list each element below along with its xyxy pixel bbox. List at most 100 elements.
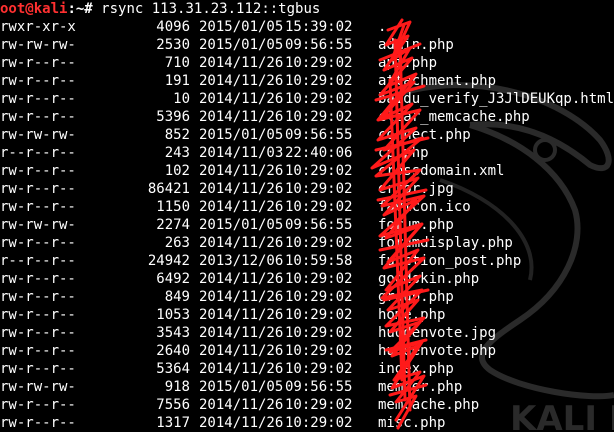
date-cell: 2014/11/26	[199, 109, 284, 125]
size-cell: 6492	[156, 271, 190, 287]
time-cell: 10:29:02	[285, 343, 353, 359]
permissions-cell: rwxr-xr-x	[0, 19, 76, 35]
permissions-cell: rw-r--r--	[0, 235, 76, 251]
prompt-line: oot@kali:~# rsync 113.31.23.112::tgbus	[0, 0, 614, 18]
listing-row: rw-r--r-- 1053 2014/11/26 10:29:02 home.php	[0, 306, 614, 324]
permissions-cell: rw-rw-rw-	[0, 127, 76, 143]
size-cell: 243	[164, 145, 190, 161]
size-cell: 918	[164, 379, 190, 395]
time-cell: 10:29:02	[285, 397, 353, 413]
permissions-cell: rw-r--r--	[0, 199, 76, 215]
size-cell: 7556	[156, 397, 190, 413]
date-cell: 2014/11/26	[199, 199, 284, 215]
time-cell: 09:56:55	[285, 37, 353, 53]
size-cell: 1317	[156, 415, 190, 431]
listing-row: rw-rw-rw- 918 2015/01/05 09:56:55 member.php	[0, 378, 614, 396]
time-cell: 10:29:02	[285, 235, 353, 251]
permissions-cell: rw-r--r--	[0, 325, 76, 341]
listing-row: rw-r--r-- 2640 2014/11/26 10:29:02 huodenvot…	[0, 342, 614, 360]
listing-row: rw-r--r-- 1317 2014/11/26 10:29:02 misc.php	[0, 414, 614, 432]
terminal-output: oot@kali:~# rsync 113.31.23.112::tgbus r…	[0, 0, 614, 432]
listing-row: rw-r--r-- 7556 2014/11/26 10:29:02 memcache.…	[0, 396, 614, 414]
size-cell: 263	[164, 235, 190, 251]
filename-cell: api.php	[378, 55, 438, 71]
listing-row: rw-r--r-- 1150 2014/11/26 10:29:02 favicon.i…	[0, 198, 614, 216]
size-cell: 4096	[156, 19, 190, 35]
permissions-cell: rw-r--r--	[0, 55, 76, 71]
size-cell: 1150	[156, 199, 190, 215]
time-cell: 09:56:55	[285, 127, 353, 143]
size-cell: 710	[164, 55, 190, 71]
date-cell: 2014/11/26	[199, 343, 284, 359]
listing-row: rw-r--r-- 6492 2014/11/26 10:29:02 goodskin.…	[0, 270, 614, 288]
size-cell: 2274	[156, 217, 190, 233]
filename-cell: baidu_verify_J3JlDEUKqp.html	[378, 91, 614, 107]
listing-row: rw-rw-rw- 2274 2015/01/05 09:56:55 forum.php	[0, 216, 614, 234]
filename-cell: member.php	[378, 379, 463, 395]
permissions-cell: rw-r--r--	[0, 307, 76, 323]
time-cell: 10:29:02	[285, 415, 353, 431]
listing-row: r--r--r-- 243 2014/11/03 22:40:06 cp.php	[0, 144, 614, 162]
size-cell: 86421	[147, 181, 190, 197]
time-cell: 10:29:02	[285, 91, 353, 107]
time-cell: 10:29:02	[285, 361, 353, 377]
listing-row: r--r--r-- 24942 2013/12/06 10:59:58 function…	[0, 252, 614, 270]
filename-cell: huodenvote.jpg	[378, 325, 497, 341]
listing-row: rw-r--r-- 263 2014/11/26 10:29:02 forumdispl…	[0, 234, 614, 252]
permissions-cell: rw-rw-rw-	[0, 217, 76, 233]
permissions-cell: rw-r--r--	[0, 415, 76, 431]
listing-row: rw-r--r-- 3543 2014/11/26 10:29:02 huodenvot…	[0, 324, 614, 342]
listing-row: rw-r--r-- 191 2014/11/26 10:29:02 attachment…	[0, 72, 614, 90]
date-cell: 2014/11/03	[199, 145, 284, 161]
filename-cell: memcache.php	[378, 397, 480, 413]
filename-cell: clear_memcache.php	[378, 109, 530, 125]
date-cell: 2015/01/05	[199, 217, 284, 233]
terminal-window[interactable]: KALI LIN oot@kali:~# rsync 113.31.23.112…	[0, 0, 614, 432]
date-cell: 2014/11/26	[199, 181, 284, 197]
size-cell: 102	[164, 163, 190, 179]
filename-cell: forumdisplay.php	[378, 235, 513, 251]
listing-row: rw-rw-rw- 852 2015/01/05 09:56:55 connect.ph…	[0, 126, 614, 144]
time-cell: 09:56:55	[285, 217, 353, 233]
filename-cell: misc.php	[378, 415, 446, 431]
time-cell: 10:29:02	[285, 199, 353, 215]
date-cell: 2015/01/05	[199, 37, 284, 53]
filename-cell: .	[378, 19, 387, 35]
date-cell: 2014/11/26	[199, 55, 284, 71]
time-cell: 09:56:55	[285, 379, 353, 395]
permissions-cell: rw-r--r--	[0, 163, 76, 179]
filename-cell: connect.php	[378, 127, 471, 143]
date-cell: 2014/11/26	[199, 325, 284, 341]
filename-cell: huodenvote.php	[378, 343, 497, 359]
date-cell: 2015/01/05	[199, 379, 284, 395]
file-listing: rwxr-xr-x 4096 2015/01/05 15:39:02. rw-rw-rw…	[0, 18, 614, 432]
time-cell: 10:29:02	[285, 325, 353, 341]
time-cell: 10:59:58	[285, 253, 353, 269]
filename-cell: error.jpg	[378, 181, 454, 197]
time-cell: 22:40:06	[285, 145, 353, 161]
size-cell: 849	[164, 289, 190, 305]
date-cell: 2014/11/26	[199, 289, 284, 305]
date-cell: 2014/11/26	[199, 235, 284, 251]
filename-cell: crossdomain.xml	[378, 163, 505, 179]
listing-row: rw-rw-rw- 2530 2015/01/05 09:56:55 admin.php	[0, 36, 614, 54]
date-cell: 2014/11/26	[199, 307, 284, 323]
permissions-cell: r--r--r--	[0, 253, 76, 269]
listing-row: rw-r--r-- 5364 2014/11/26 10:29:02 index.php	[0, 360, 614, 378]
size-cell: 3543	[156, 325, 190, 341]
time-cell: 15:39:02	[285, 19, 353, 35]
filename-cell: cp.php	[378, 145, 429, 161]
date-cell: 2014/11/26	[199, 415, 284, 431]
time-cell: 10:29:02	[285, 307, 353, 323]
listing-row: rw-r--r-- 5396 2014/11/26 10:29:02 clear_mem…	[0, 108, 614, 126]
command-text: rsync 113.31.23.112::tgbus	[101, 1, 321, 17]
filename-cell: function_post.php	[378, 253, 522, 269]
size-cell: 2640	[156, 343, 190, 359]
time-cell: 10:29:02	[285, 109, 353, 125]
listing-row: rw-r--r-- 86421 2014/11/26 10:29:02 error.jp…	[0, 180, 614, 198]
listing-row: rw-r--r-- 849 2014/11/26 10:29:02 group.php	[0, 288, 614, 306]
filename-cell: forum.php	[378, 217, 454, 233]
date-cell: 2014/11/26	[199, 91, 284, 107]
permissions-cell: rw-r--r--	[0, 271, 76, 287]
size-cell: 2530	[156, 37, 190, 53]
